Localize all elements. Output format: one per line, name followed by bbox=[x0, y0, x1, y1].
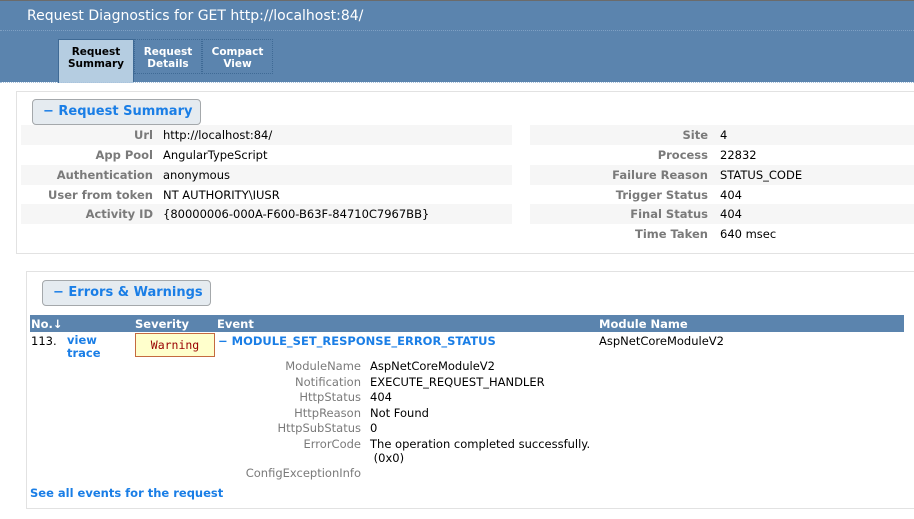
field-value: AngularTypeScript bbox=[163, 148, 268, 162]
header-bottom-divider bbox=[0, 82, 914, 83]
field-value: 4 bbox=[720, 128, 728, 142]
summary-row-authentication: Authentication anonymous bbox=[21, 165, 512, 185]
summary-row-activity-id: Activity ID {80000006-000A-F600-B63F-847… bbox=[21, 204, 512, 224]
detail-label: ConfigExceptionInfo bbox=[245, 466, 361, 480]
field-label: Url bbox=[134, 128, 153, 142]
detail-value: 404 bbox=[370, 390, 392, 404]
field-value: anonymous bbox=[163, 168, 230, 182]
field-value: {80000006-000A-F600-B63F-84710C7967BB} bbox=[163, 207, 430, 221]
field-value: STATUS_CODE bbox=[720, 168, 803, 182]
tab-label: Request bbox=[71, 46, 121, 58]
view-trace-link[interactable]: view trace bbox=[67, 334, 101, 360]
field-value: 22832 bbox=[720, 148, 757, 162]
tab-request-summary[interactable]: Request Summary bbox=[58, 39, 134, 83]
tab-label: View bbox=[223, 58, 252, 70]
summary-row-url: Url http://localhost:84/ bbox=[21, 125, 512, 145]
tab-label: Details bbox=[147, 58, 189, 70]
summary-row-time-taken: Time Taken 640 msec bbox=[530, 224, 914, 244]
summary-row-site: Site 4 bbox=[530, 125, 914, 145]
module-name-value: AspNetCoreModuleV2 bbox=[599, 334, 724, 348]
page-header: Request Diagnostics for GET http://local… bbox=[0, 0, 914, 83]
see-all-events-link[interactable]: See all events for the request bbox=[30, 486, 223, 500]
detail-label: HttpSubStatus bbox=[277, 421, 362, 435]
summary-row-final-status: Final Status 404 bbox=[530, 204, 914, 224]
column-header-severity[interactable]: Severity bbox=[135, 317, 189, 331]
events-grid-header: No.↓ Severity Event Module Name bbox=[30, 315, 904, 332]
field-label: Trigger Status bbox=[615, 188, 708, 202]
field-value: 404 bbox=[720, 207, 742, 221]
tab-label: Request bbox=[143, 46, 193, 58]
tab-label: Compact bbox=[211, 46, 264, 58]
tab-label: Summary bbox=[67, 58, 125, 70]
severity-badge: Warning bbox=[135, 333, 215, 357]
detail-label: HttpStatus bbox=[299, 390, 361, 404]
summary-row-user-from-token: User from token NT AUTHORITY\IUSR bbox=[21, 185, 512, 205]
detail-value: AspNetCoreModuleV2 bbox=[370, 359, 495, 373]
detail-value: EXECUTE_REQUEST_HANDLER bbox=[370, 375, 545, 389]
field-label: User from token bbox=[48, 188, 153, 202]
field-value: 404 bbox=[720, 188, 742, 202]
field-label: Site bbox=[682, 128, 708, 142]
summary-row-failure-reason: Failure Reason STATUS_CODE bbox=[530, 165, 914, 185]
detail-label: ModuleName bbox=[285, 359, 361, 373]
tab-request-details[interactable]: Request Details bbox=[134, 39, 202, 74]
field-label: App Pool bbox=[95, 148, 153, 162]
detail-label: Notification bbox=[295, 375, 361, 389]
field-label: Authentication bbox=[56, 168, 153, 182]
request-summary-toggle[interactable]: − Request Summary bbox=[32, 99, 201, 125]
errors-warnings-panel bbox=[26, 271, 914, 509]
event-number: 113. bbox=[31, 334, 57, 348]
field-value: NT AUTHORITY\IUSR bbox=[163, 188, 280, 202]
field-label: Activity ID bbox=[85, 207, 153, 221]
field-label: Time Taken bbox=[634, 227, 708, 241]
detail-value: Not Found bbox=[370, 406, 429, 420]
column-header-module-name[interactable]: Module Name bbox=[599, 317, 688, 331]
column-header-no[interactable]: No.↓ bbox=[31, 317, 63, 331]
field-label: Failure Reason bbox=[612, 168, 708, 182]
column-header-event[interactable]: Event bbox=[217, 317, 254, 331]
detail-value: The operation completed successfully. bbox=[370, 437, 591, 451]
detail-label: ErrorCode bbox=[303, 437, 361, 451]
link-text: trace bbox=[67, 346, 101, 360]
page-title: Request Diagnostics for GET http://local… bbox=[27, 8, 364, 24]
summary-row-app-pool: App Pool AngularTypeScript bbox=[21, 145, 512, 165]
field-value: 640 msec bbox=[720, 227, 777, 241]
tab-compact-view[interactable]: Compact View bbox=[202, 39, 273, 74]
field-value: http://localhost:84/ bbox=[163, 128, 273, 142]
summary-row-trigger-status: Trigger Status 404 bbox=[530, 185, 914, 205]
field-label: Process bbox=[657, 148, 708, 162]
header-divider bbox=[0, 30, 914, 31]
event-name-link[interactable]: − MODULE_SET_RESPONSE_ERROR_STATUS bbox=[218, 334, 496, 348]
summary-row-process: Process 22832 bbox=[530, 145, 914, 165]
detail-value-continued: (0x0) bbox=[370, 451, 405, 465]
errors-warnings-toggle[interactable]: − Errors & Warnings bbox=[42, 280, 211, 306]
detail-value: 0 bbox=[370, 421, 378, 435]
field-label: Final Status bbox=[630, 207, 708, 221]
detail-label: HttpReason bbox=[294, 406, 361, 420]
